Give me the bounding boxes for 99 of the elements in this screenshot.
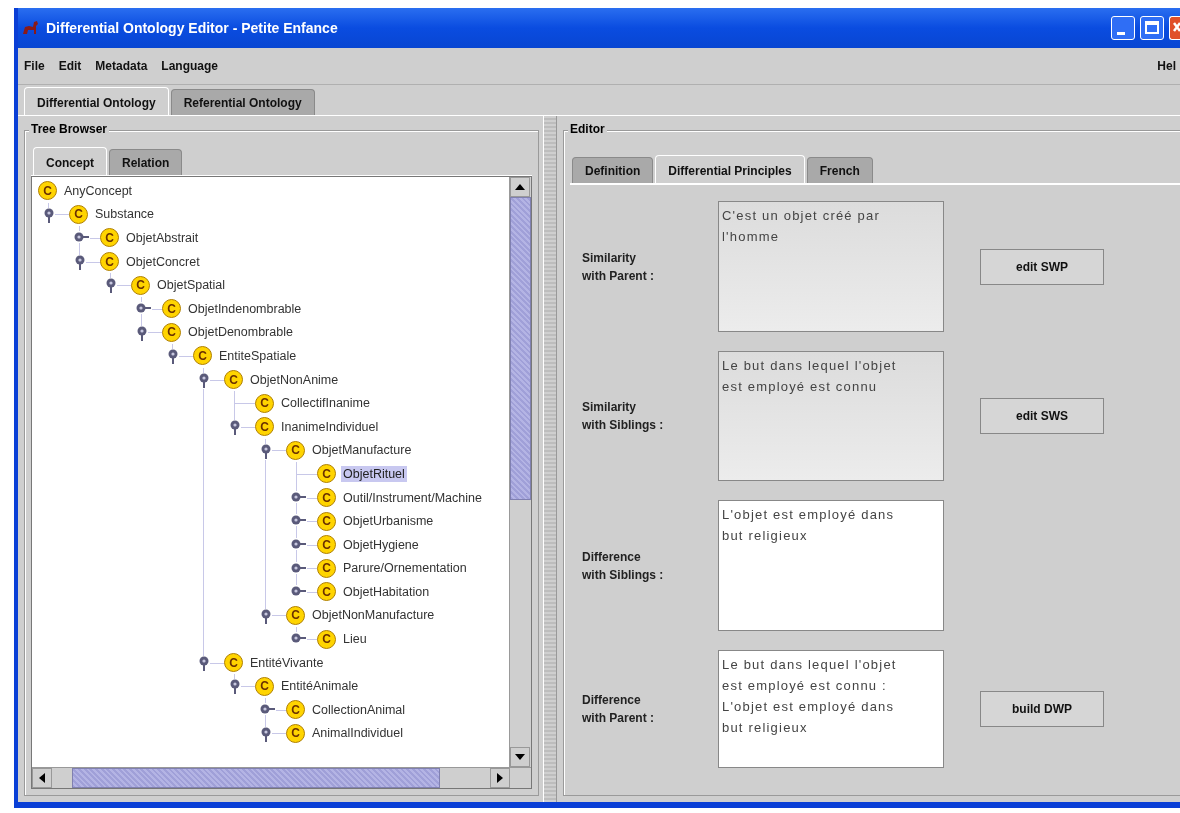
expand-handle-icon[interactable] — [136, 301, 152, 314]
concept-icon: C — [317, 582, 336, 602]
scroll-right-button[interactable] — [490, 768, 510, 788]
concept-icon: C — [317, 464, 336, 484]
minimize-icon — [1117, 31, 1125, 35]
expand-handle-icon[interactable] — [74, 231, 90, 244]
field-label: Similarity with Parent : — [582, 249, 655, 285]
concept-icon: C — [193, 346, 212, 366]
up-arrow-icon — [515, 184, 525, 190]
tree-item[interactable]: Lieu — [341, 631, 369, 648]
left-arrow-icon — [39, 773, 45, 783]
expand-handle-icon[interactable] — [291, 490, 307, 503]
action-button[interactable]: build DWP — [980, 691, 1104, 727]
tab[interactable]: Differential Principles — [655, 155, 805, 183]
action-button[interactable]: edit SWP — [980, 248, 1104, 285]
tree-item[interactable]: ObjetSpatial — [155, 277, 228, 294]
text-area[interactable]: Le but dans lequel l'objet est employé est connu : L'objet est employé dans but religieux — [718, 650, 944, 768]
expand-handle-icon[interactable] — [291, 632, 307, 645]
tree-item[interactable]: CollectionAnimal — [310, 701, 408, 718]
field-label: Similarity with Siblings : — [582, 399, 665, 434]
group-title: Editor — [568, 122, 607, 136]
tree-item[interactable]: CollectifInanime — [279, 395, 372, 412]
concept-icon: C — [317, 535, 336, 555]
field-label: Difference with Parent : — [582, 692, 655, 727]
tree-item[interactable]: InanimeIndividuel — [279, 418, 381, 435]
concept-icon: C — [162, 322, 181, 342]
concept-icon: C — [131, 275, 150, 295]
tree-item[interactable]: EntitéAnimale — [279, 678, 361, 695]
tree-item[interactable]: EntiteSpatiale — [217, 347, 299, 364]
menu-item[interactable]: File — [24, 59, 45, 73]
menu-item[interactable]: Language — [161, 59, 219, 73]
vertical-scrollbar[interactable] — [509, 177, 531, 767]
menu-item[interactable]: Hel — [1157, 59, 1176, 73]
menu-item[interactable]: Metadata — [95, 59, 148, 73]
tree-item[interactable]: ObjetUrbanisme — [341, 513, 436, 530]
down-arrow-icon — [515, 754, 525, 760]
tab[interactable]: Definition — [572, 157, 654, 183]
concept-icon: C — [100, 252, 119, 272]
concept-icon: C — [162, 299, 181, 319]
right-arrow-icon — [497, 773, 503, 783]
concept-icon: C — [286, 723, 305, 743]
tree-item[interactable]: Substance — [93, 206, 157, 223]
scroll-thumb[interactable] — [510, 197, 531, 500]
text-area[interactable]: Le but dans lequel l'objet est employé est connu — [718, 351, 944, 481]
concept-icon: C — [317, 511, 336, 531]
action-button[interactable]: edit SWS — [980, 398, 1104, 434]
expand-handle-icon[interactable] — [291, 537, 307, 550]
expand-handle-icon[interactable] — [291, 514, 307, 527]
tree-item[interactable]: ObjetHabitation — [341, 583, 432, 600]
maximize-button[interactable] — [1140, 16, 1164, 40]
scroll-up-button[interactable] — [510, 177, 530, 197]
concept-icon: C — [255, 417, 274, 437]
tree-item[interactable]: ObjetIndenombrable — [186, 300, 304, 317]
minimize-button[interactable] — [1111, 16, 1135, 40]
tree-item[interactable]: AnyConcept — [62, 182, 135, 199]
expand-handle-icon[interactable] — [291, 585, 307, 598]
tree-item[interactable]: ObjetConcret — [124, 253, 202, 270]
concept-icon: C — [224, 653, 243, 673]
tab[interactable]: French — [806, 157, 873, 183]
tree-item[interactable]: Outil/Instrument/Machine — [341, 489, 484, 506]
text-area[interactable]: C'est un objet créé par l'homme — [718, 201, 944, 332]
concept-icon: C — [317, 488, 336, 507]
concept-icon: C — [286, 440, 305, 460]
concept-icon: C — [255, 676, 274, 696]
horizontal-scrollbar[interactable] — [32, 767, 531, 788]
field-label: Difference with Siblings : — [582, 548, 665, 584]
tab[interactable]: Differential Ontology — [24, 87, 169, 115]
tree-item[interactable]: ObjetDenombrable — [186, 324, 295, 341]
concept-icon: C — [317, 558, 336, 578]
tree-item[interactable]: ObjetAbstrait — [124, 230, 201, 246]
tab[interactable]: Concept — [33, 147, 107, 175]
concept-icon: C — [255, 393, 274, 413]
expand-handle-icon[interactable] — [260, 703, 276, 716]
tree-item[interactable]: AnimalIndividuel — [310, 725, 406, 742]
tree-item[interactable]: ObjetHygiene — [341, 536, 421, 553]
tree-item[interactable]: ObjetManufacture — [310, 442, 414, 459]
tree-item[interactable]: ObjetNonAnime — [248, 371, 341, 388]
tree-item[interactable]: ObjetNonManufacture — [310, 607, 437, 624]
group-title: Tree Browser — [29, 122, 110, 136]
concept-icon: C — [69, 204, 88, 224]
concept-icon: C — [100, 228, 119, 248]
concept-icon: C — [317, 629, 336, 649]
tree-item[interactable]: ObjetRituel — [341, 465, 407, 482]
scroll-thumb[interactable] — [72, 768, 440, 788]
menu-item[interactable]: Edit — [58, 59, 82, 73]
concept-icon: C — [286, 606, 305, 625]
text-area[interactable]: L'objet est employé dans but religieux — [718, 500, 944, 631]
tree-item[interactable]: Parure/Ornementation — [341, 560, 469, 577]
scroll-left-button[interactable] — [32, 768, 52, 788]
tree-item[interactable]: EntitéVivante — [248, 654, 326, 671]
scroll-down-button[interactable] — [510, 747, 530, 767]
tab[interactable]: Referential Ontology — [170, 89, 315, 115]
window-title: Differential Ontology Editor - Petite Enfance — [46, 20, 338, 36]
tab[interactable]: Relation — [109, 149, 183, 175]
concept-icon: C — [38, 181, 57, 201]
close-button[interactable] — [1169, 16, 1180, 40]
concept-icon: C — [286, 700, 305, 720]
expand-handle-icon[interactable] — [291, 561, 307, 574]
concept-icon: C — [224, 370, 243, 390]
